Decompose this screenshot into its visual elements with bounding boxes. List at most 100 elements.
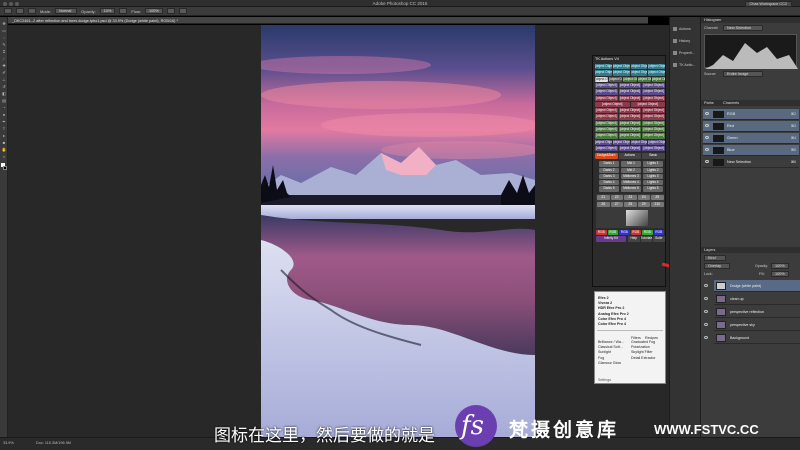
rgb-mask-button[interactable]: RGB — [653, 229, 664, 236]
filter-preset-item[interactable]: Glamour Glow — [598, 361, 621, 365]
channel-select[interactable]: New Selection — [723, 25, 763, 31]
dodge-burn-button[interactable]: Midtones 3 — [621, 173, 641, 180]
zone-button[interactable]: Z4 — [637, 194, 650, 201]
opacity-field[interactable]: 10% — [99, 8, 116, 14]
zone-button[interactable]: Z3 — [624, 194, 637, 201]
plugin-button[interactable]: [object Object] — [595, 120, 618, 127]
plugin-button[interactable]: [object Object] — [595, 82, 618, 89]
layer-filter-kind[interactable]: Kind — [704, 255, 726, 261]
clone-stamp-tool-icon[interactable]: ⊥ — [1, 77, 7, 82]
document-size[interactable]: Doc: 115.3M/196.9M — [36, 441, 71, 445]
plugin-button[interactable]: [object Object] — [618, 108, 642, 114]
filter-preset-item[interactable]: Classical Soft... — [598, 345, 623, 349]
plugin-button[interactable]: [object Object] — [630, 64, 648, 70]
plugin-button[interactable]: [object Object] — [642, 145, 665, 152]
dodge-burn-button[interactable]: Lights 2 — [643, 167, 663, 173]
healing-tool-icon[interactable]: ✚ — [1, 63, 7, 68]
infinity-kit-button[interactable]: Infinity Kit — [596, 236, 626, 242]
mode-select[interactable]: Normal — [55, 8, 78, 14]
dodge-burn-button[interactable]: Darks 5 — [599, 186, 619, 192]
plugin-button[interactable]: [object Object] — [648, 70, 665, 76]
brush-tool-icon[interactable]: ✐ — [1, 70, 7, 75]
blur-tool-icon[interactable]: ◔ — [1, 105, 7, 110]
layer-opacity-field[interactable]: 100% — [771, 263, 789, 269]
rgb-mask-button[interactable]: RGB — [619, 229, 630, 236]
plugin-button[interactable]: [object Object] — [595, 139, 612, 145]
plugin-button[interactable]: [object Object] — [595, 89, 618, 95]
plugin-button[interactable]: [object Object] — [618, 145, 642, 152]
plugin-button[interactable]: [object Object] — [618, 114, 642, 120]
layer-row[interactable]: perspective reflection — [714, 306, 800, 318]
channel-row[interactable]: Blue ⌘5 — [703, 145, 799, 156]
zone-button[interactable]: Z5 — [651, 194, 664, 201]
dodge-burn-button[interactable]: Darks 1 — [599, 161, 619, 167]
plugin-button[interactable]: [object Object] — [609, 76, 623, 82]
visibility-eye-icon[interactable] — [705, 136, 709, 139]
plugin-button[interactable]: [object Object] — [618, 89, 642, 95]
plugin-button[interactable]: [object Object] — [630, 70, 648, 76]
brush-preset-picker[interactable] — [16, 8, 24, 14]
filter-preset-item[interactable]: Fog — [598, 356, 604, 360]
dodge-burn-button[interactable]: Darks 4 — [599, 180, 619, 186]
tab-histogram[interactable]: Histogram — [704, 18, 721, 22]
source-select[interactable]: Entire Image — [723, 71, 763, 77]
zone-button[interactable]: Z9 — [637, 201, 650, 208]
tab-layers[interactable]: Layers — [704, 248, 715, 252]
layer-row[interactable]: perspective sky — [714, 319, 800, 331]
plugin-button[interactable]: [object Object] — [618, 133, 642, 139]
pressure-size-icon[interactable] — [178, 8, 187, 14]
zone-button[interactable]: Z8 — [624, 201, 637, 208]
plugin-button[interactable]: [object Object] — [595, 95, 618, 101]
tab-paths[interactable]: Paths — [704, 101, 714, 105]
tool-preset-picker[interactable] — [4, 8, 12, 14]
visibility-eye-icon[interactable] — [704, 297, 708, 300]
workspace-switcher[interactable]: Chas Workspace CC2 — [744, 1, 792, 7]
channel-row[interactable]: Red ⌘3 — [703, 121, 799, 132]
plugin-button[interactable]: [object Object] — [642, 82, 665, 89]
document-tab[interactable]: _DKC2461--2 after reflection and trees d… — [8, 17, 648, 24]
plugin-button[interactable]: [object Object] — [642, 89, 665, 95]
plugin-tab[interactable]: Dodge&Burn — [595, 153, 618, 159]
plugin-button[interactable]: [object Object] — [642, 133, 665, 139]
filter-recipe-item[interactable]: Polarization — [631, 345, 650, 349]
plugin-button[interactable]: [object Object] — [642, 120, 665, 127]
filter-list-item[interactable]: Analog Efex Pro 2 — [598, 312, 629, 316]
plugin-button[interactable]: [object Object] — [642, 108, 665, 114]
rgb-mask-button[interactable]: RGB — [630, 229, 641, 236]
plugin-button[interactable]: [object Object] — [642, 95, 665, 101]
filter-settings-link[interactable]: Settings — [598, 378, 611, 382]
eraser-tool-icon[interactable]: ◧ — [1, 91, 7, 96]
filter-preset-item[interactable]: Sunlight — [598, 350, 611, 354]
visibility-eye-icon[interactable] — [705, 124, 709, 127]
visibility-eye-icon[interactable] — [704, 284, 708, 287]
zone-button[interactable]: Z1 — [597, 194, 610, 201]
plugin-footer-link[interactable]: Suite — [653, 236, 665, 242]
plugin-button[interactable]: [object Object] — [651, 76, 665, 82]
type-tool-icon[interactable]: T — [1, 126, 7, 131]
filter-recipe-item[interactable]: Detail Extractor — [631, 356, 656, 360]
rgb-mask-button[interactable]: RGB — [607, 229, 618, 236]
dodge-tool-icon[interactable]: ● — [1, 112, 7, 117]
zone-button[interactable]: Z10 — [651, 201, 664, 208]
plugin-button[interactable]: [object Object] — [612, 64, 630, 70]
filter-list-item[interactable]: HDR Efex Pro 2 — [598, 306, 624, 310]
visibility-eye-icon[interactable] — [704, 336, 708, 339]
filter-preset-item[interactable]: Brilliance / Wa... — [598, 340, 624, 344]
plugin-button[interactable]: [object Object] — [630, 139, 648, 145]
move-tool-icon[interactable]: ✥ — [1, 21, 7, 26]
dodge-burn-button[interactable]: Midtones 4 — [621, 180, 641, 186]
zoom-tool-icon[interactable]: ⌕ — [1, 154, 7, 159]
channel-row[interactable]: RGB ⌘2 — [703, 109, 799, 120]
plugin-button[interactable]: [object Object] — [595, 76, 609, 82]
plugin-button[interactable]: [object Object] — [595, 64, 612, 70]
plugin-tab[interactable]: Basic — [642, 153, 665, 159]
plugin-button[interactable]: [object Object] — [618, 127, 642, 133]
plugin-button[interactable]: [object Object] — [595, 133, 618, 139]
visibility-eye-icon[interactable] — [705, 160, 709, 163]
tab-channels[interactable]: Channels — [723, 101, 739, 105]
pen-tool-icon[interactable]: ✒ — [1, 119, 7, 124]
dodge-burn-button[interactable]: Darks 3 — [599, 173, 619, 180]
crop-tool-icon[interactable]: ⌗ — [1, 49, 7, 54]
dodge-burn-button[interactable]: Lights 3 — [643, 173, 663, 180]
dodge-burn-button[interactable]: Lights 4 — [643, 180, 663, 186]
